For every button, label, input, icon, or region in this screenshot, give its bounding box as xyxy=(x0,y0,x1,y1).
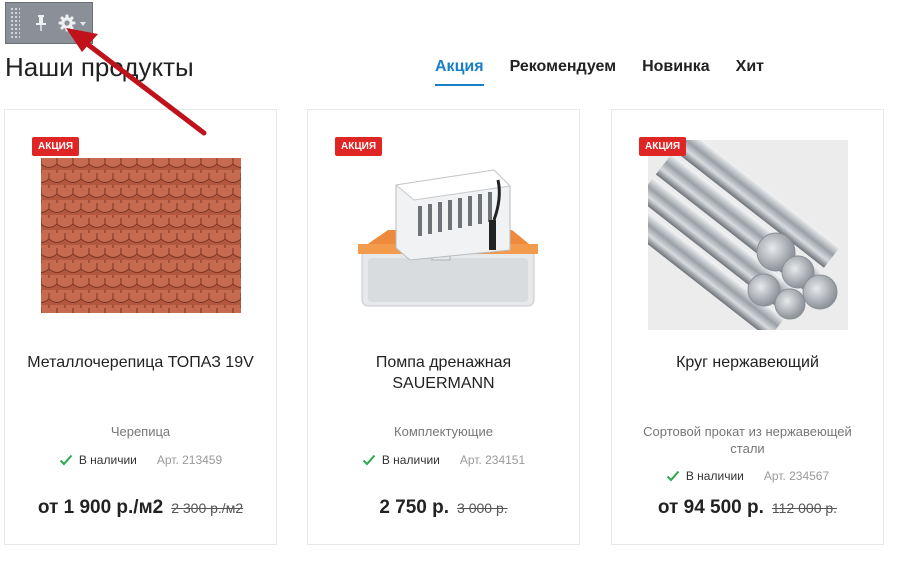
product-category: Комплектующие xyxy=(394,424,493,439)
caret-down-icon[interactable] xyxy=(80,22,86,26)
page-title: Наши продукты xyxy=(5,52,194,82)
tabs: Акция Рекомендуем Новинка Хит xyxy=(435,58,764,86)
roof-tile-image[interactable] xyxy=(41,140,241,330)
drag-handle-icon[interactable] xyxy=(10,7,20,39)
stock-row: В наличии Арт. 213459 xyxy=(5,453,276,467)
product-category: Сортовой прокат из нержавеющей стали xyxy=(643,424,852,456)
tab-hit[interactable]: Хит xyxy=(736,58,764,86)
price: 2 750 р. xyxy=(379,497,450,518)
stock-row: В наличии Арт. 234567 xyxy=(612,469,883,483)
price-row: 2 750 р. 3 000 р. xyxy=(308,497,579,519)
product-name[interactable]: Металлочерепица ТОПАЗ 19V xyxy=(25,352,256,373)
check-icon xyxy=(59,454,73,466)
sale-badge: АКЦИЯ xyxy=(639,137,687,156)
pin-icon[interactable] xyxy=(34,14,48,32)
check-icon xyxy=(362,454,376,466)
stock-status: В наличии xyxy=(685,469,744,483)
article-number: Арт. 234567 xyxy=(763,469,830,483)
old-price: 112 000 р. xyxy=(771,500,838,516)
product-name[interactable]: Круг нержавеющий xyxy=(632,352,863,373)
product-category: Черепица xyxy=(110,424,171,439)
page: Наши продукты Акция Рекомендуем Новинка … xyxy=(0,0,912,565)
tab-novinka[interactable]: Новинка xyxy=(642,58,710,86)
product-name[interactable]: Помпа дренажная SAUERMANN xyxy=(328,352,559,394)
sale-badge: АКЦИЯ xyxy=(32,137,80,156)
tab-akciya[interactable]: Акция xyxy=(435,58,484,86)
price: от 1 900 р./м2 xyxy=(37,497,164,518)
product-card[interactable]: АКЦИЯ Помпа дренажная SAUERMANN Комплект… xyxy=(307,109,580,545)
price: от 94 500 р. xyxy=(657,497,764,518)
article-number: Арт. 234151 xyxy=(459,453,526,467)
stock-row: В наличии Арт. 234151 xyxy=(308,453,579,467)
product-card[interactable]: АКЦИЯ Круг нержавеющий Сортовой прокат и… xyxy=(611,109,884,545)
tab-rekomenduem[interactable]: Рекомендуем xyxy=(510,58,617,86)
product-card[interactable]: АКЦИЯ Металлочерепица ТОПАЗ 19V Черепица… xyxy=(4,109,277,545)
check-icon xyxy=(666,470,680,482)
stock-status: В наличии xyxy=(381,453,440,467)
old-price: 2 300 р./м2 xyxy=(171,500,244,516)
sale-badge: АКЦИЯ xyxy=(335,137,383,156)
old-price: 3 000 р. xyxy=(457,500,508,516)
steel-rods-image[interactable] xyxy=(648,140,848,330)
article-number: Арт. 213459 xyxy=(156,453,223,467)
admin-toolbar xyxy=(5,2,93,44)
price-row: от 94 500 р. 112 000 р. xyxy=(612,497,883,519)
drain-pump-image[interactable] xyxy=(344,140,544,330)
price-row: от 1 900 р./м2 2 300 р./м2 xyxy=(5,497,276,519)
stock-status: В наличии xyxy=(78,453,137,467)
gear-icon[interactable] xyxy=(58,14,76,32)
